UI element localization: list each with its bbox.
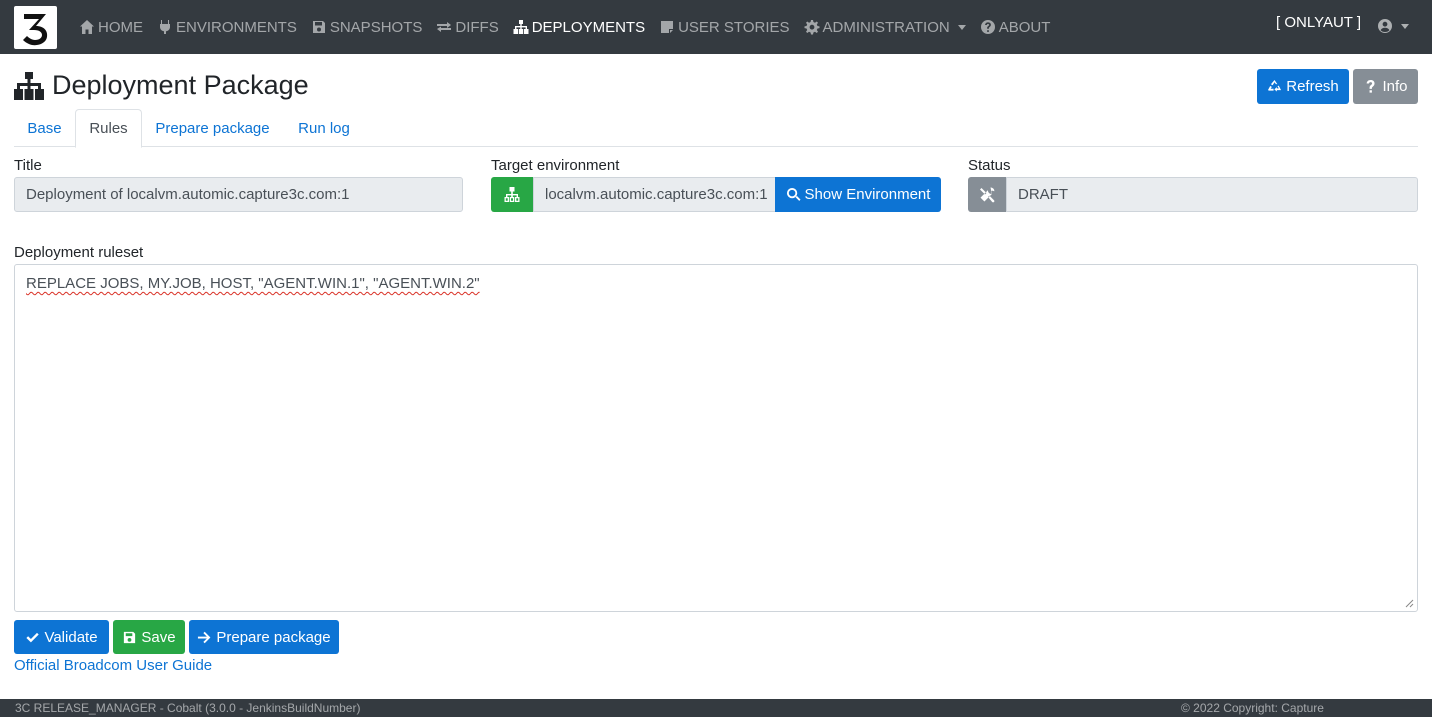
sticky-note-icon [661, 21, 674, 33]
plug-icon [160, 20, 170, 34]
recycle-icon [1268, 79, 1282, 92]
target-environment-label: Target environment [491, 157, 620, 174]
save-icon [312, 21, 325, 33]
chevron-down-icon [957, 24, 966, 30]
nav-user-stories-label: USER STORIES [678, 18, 790, 36]
title-field[interactable]: Deployment of localvm.automic.capture3c.… [14, 177, 463, 212]
main-nav: HOME ENVIRONMENTS SNAPSHOTS DIFFS DEPLOY… [79, 0, 1064, 54]
target-environment-field[interactable]: localvm.automic.capture3c.com:1 [533, 177, 776, 212]
tab-run-log[interactable]: Run log [284, 109, 364, 147]
nav-environments[interactable]: ENVIRONMENTS [157, 19, 297, 36]
page-title: Deployment Package [14, 70, 309, 101]
sitemap-icon [14, 71, 44, 100]
nav-administration[interactable]: ADMINISTRATION [804, 19, 966, 36]
nav-environments-label: ENVIRONMENTS [176, 18, 297, 36]
question-circle-icon [980, 20, 995, 34]
refresh-button[interactable]: Refresh [1257, 69, 1349, 104]
status-field[interactable]: DRAFT [1006, 177, 1418, 212]
show-environment-button[interactable]: Show Environment [775, 177, 941, 212]
nav-home-label: HOME [98, 18, 143, 36]
network-icon [504, 186, 520, 202]
nav-deployments-label: DEPLOYMENTS [531, 18, 646, 36]
resize-grip-icon[interactable] [1405, 599, 1414, 608]
title-label: Title [14, 157, 42, 174]
status-addon [968, 177, 1006, 212]
user-circle-icon [1378, 19, 1392, 33]
nav-home[interactable]: HOME [79, 19, 143, 36]
save-label: Save [141, 628, 176, 646]
nav-about-label: ABOUT [998, 18, 1051, 36]
tab-base[interactable]: Base [14, 109, 75, 147]
nav-diffs-label: DIFFS [455, 18, 499, 36]
nav-administration-label: ADMINISTRATION [822, 18, 950, 36]
chevron-down-icon [1401, 23, 1409, 29]
ruleset-text: REPLACE JOBS, MY.JOB, HOST, "AGENT.WIN.1… [26, 275, 480, 292]
save-button[interactable]: Save [113, 620, 185, 654]
validate-label: Validate [44, 628, 98, 646]
status-label: Status [968, 157, 1011, 174]
user-guide-link[interactable]: Official Broadcom User Guide [14, 657, 212, 674]
nav-snapshots-label: SNAPSHOTS [329, 18, 423, 36]
nav-deployments[interactable]: DEPLOYMENTS [513, 19, 645, 36]
footer-copyright: © 2022 Copyright: Capture [1181, 701, 1324, 715]
home-icon [80, 20, 94, 34]
show-environment-label: Show Environment [804, 186, 931, 203]
top-navbar: HOME ENVIRONMENTS SNAPSHOTS DIFFS DEPLOY… [0, 0, 1432, 54]
tab-rules[interactable]: Rules [75, 109, 142, 148]
nav-user-stories[interactable]: USER STORIES [659, 18, 790, 36]
validate-button[interactable]: Validate [14, 620, 109, 654]
nav-diffs[interactable]: DIFFS [436, 18, 499, 36]
prepare-package-label: Prepare package [216, 628, 331, 646]
footer-version: 3C RELEASE_MANAGER - Cobalt (3.0.0 - Jen… [15, 701, 361, 715]
current-user-label: [ ONLYAUT ] [1276, 14, 1362, 31]
search-icon [786, 187, 801, 201]
deployment-ruleset-textarea[interactable]: REPLACE JOBS, MY.JOB, HOST, "AGENT.WIN.1… [14, 264, 1418, 612]
user-menu-toggle[interactable] [1377, 18, 1409, 34]
arrow-right-icon [198, 631, 211, 643]
prepare-package-button[interactable]: Prepare package [189, 620, 339, 654]
deployment-ruleset-label: Deployment ruleset [14, 244, 144, 261]
nav-about[interactable]: ABOUT [980, 18, 1051, 36]
gear-icon [804, 20, 819, 35]
capture-3c-logo-icon[interactable] [14, 6, 57, 49]
footer: 3C RELEASE_MANAGER - Cobalt (3.0.0 - Jen… [0, 699, 1432, 717]
info-label: Info [1382, 78, 1408, 95]
sitemap-icon [513, 20, 529, 34]
question-icon [1367, 79, 1376, 93]
deployment-tabs: Base Rules Prepare package Run log [14, 109, 1418, 148]
tab-prepare-package[interactable]: Prepare package [144, 109, 281, 147]
environment-addon [491, 177, 533, 212]
nav-snapshots[interactable]: SNAPSHOTS [311, 18, 423, 36]
refresh-label: Refresh [1286, 78, 1339, 95]
exchange-icon [437, 22, 452, 32]
tools-icon [980, 186, 995, 202]
check-icon [26, 632, 40, 642]
save-icon [124, 631, 136, 643]
page-title-text: Deployment Package [52, 70, 309, 100]
info-button[interactable]: Info [1353, 69, 1418, 104]
